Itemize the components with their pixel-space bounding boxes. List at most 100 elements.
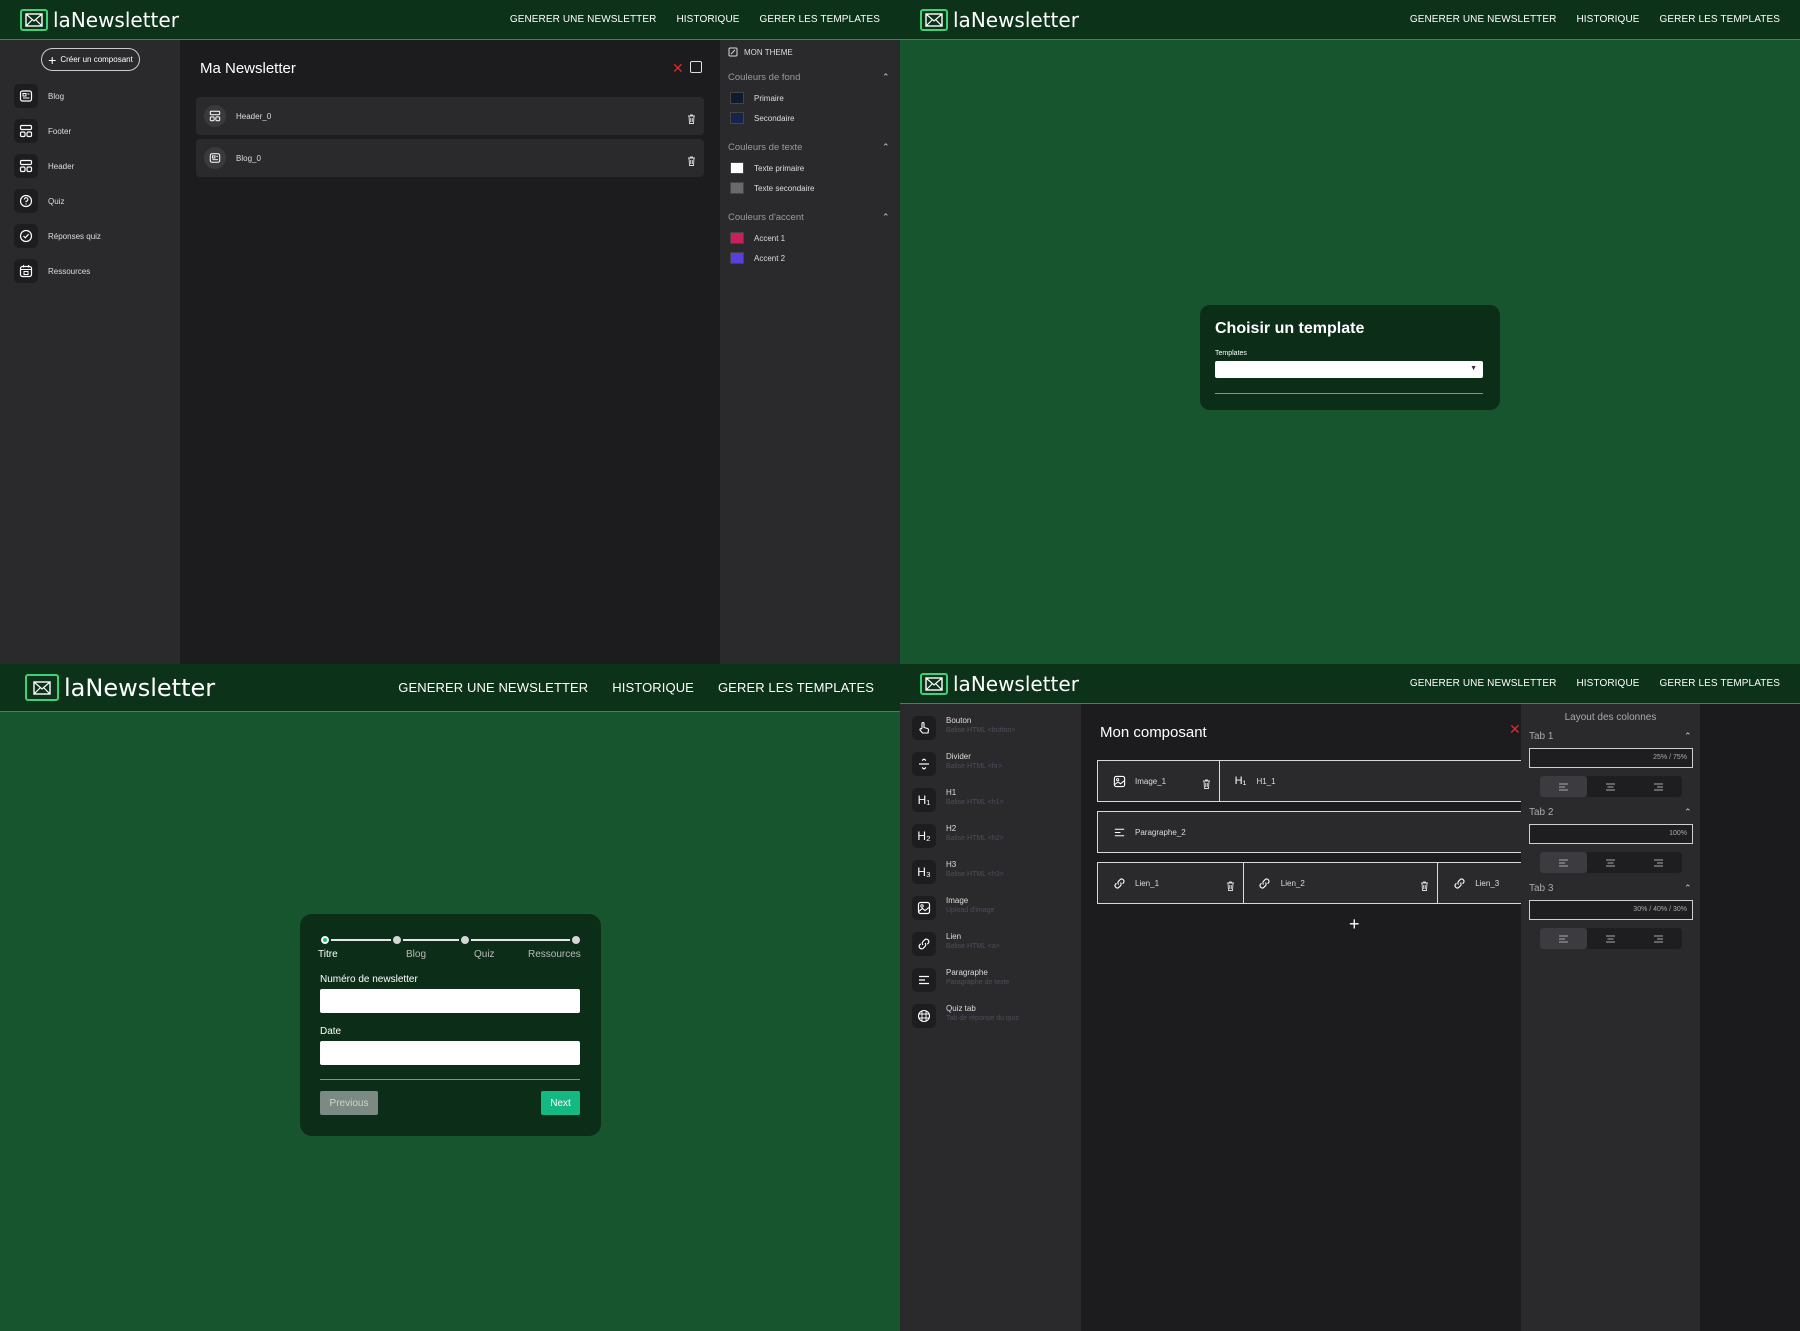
- newsletter-number-input[interactable]: [320, 989, 580, 1013]
- column-ratio-input[interactable]: 25% / 75%: [1529, 748, 1693, 768]
- step-dot[interactable]: [391, 934, 403, 946]
- chevron-up-icon[interactable]: ⌃: [882, 212, 890, 223]
- nav-generer[interactable]: GENERER UNE NEWSLETTER: [510, 14, 657, 25]
- layout-row[interactable]: Image_1 H₁ H1_1: [1097, 760, 1585, 802]
- element-quiz-tab[interactable]: Quiz tab Tab de réponse du quiz: [912, 1004, 1019, 1028]
- element-paragraphe[interactable]: Paragraphe Paragraphe de texte: [912, 968, 1009, 992]
- tab-label[interactable]: Tab 3: [1529, 883, 1553, 894]
- logo[interactable]: laNewsletter: [920, 8, 1079, 32]
- next-button[interactable]: Next: [541, 1091, 580, 1115]
- color-swatch[interactable]: [730, 162, 744, 174]
- nav-templates[interactable]: GERER LES TEMPLATES: [718, 680, 874, 695]
- create-component-button[interactable]: + Créer un composant: [41, 48, 140, 71]
- element-description: Balise HTML <a>: [946, 943, 1000, 950]
- trash-icon[interactable]: [1420, 878, 1429, 891]
- trash-icon[interactable]: [687, 153, 696, 166]
- align-left-icon[interactable]: [1540, 852, 1588, 873]
- column-ratio-input[interactable]: 100%: [1529, 824, 1693, 844]
- element-bouton[interactable]: Bouton Balise HTML <button>: [912, 716, 1015, 740]
- component-row[interactable]: Blog_0: [196, 139, 704, 177]
- theme-section-title[interactable]: Couleurs de fond: [728, 72, 800, 83]
- nav-templates[interactable]: GERER LES TEMPLATES: [1660, 14, 1780, 25]
- element-h2[interactable]: H₂ H2 Balise HTML <h2>: [912, 824, 1004, 848]
- color-option[interactable]: Secondaire: [730, 112, 794, 124]
- sidebar-item-blog[interactable]: Blog: [14, 84, 64, 108]
- trash-icon[interactable]: [1226, 878, 1235, 891]
- align-left-icon[interactable]: [1540, 928, 1588, 949]
- component-row[interactable]: Header_0: [196, 97, 704, 135]
- sidebar-item-ressources[interactable]: Ressources: [14, 259, 90, 283]
- layout-row[interactable]: Paragraphe_2: [1097, 811, 1585, 853]
- logo[interactable]: laNewsletter: [920, 672, 1079, 696]
- align-right-icon[interactable]: [1635, 776, 1682, 797]
- layout-cell[interactable]: Lien_2: [1243, 863, 1439, 903]
- color-swatch[interactable]: [730, 232, 744, 244]
- element-description: Tab de réponse du quiz: [946, 1015, 1019, 1022]
- element-h3[interactable]: H₃ H3 Balise HTML <h3>: [912, 860, 1004, 884]
- stepper-track: [325, 939, 576, 941]
- align-center-icon[interactable]: [1587, 852, 1634, 873]
- tab-label[interactable]: Tab 2: [1529, 807, 1553, 818]
- color-option[interactable]: Primaire: [730, 92, 784, 104]
- theme-section-title[interactable]: Couleurs d'accent: [728, 212, 804, 223]
- date-input[interactable]: [320, 1041, 580, 1065]
- color-swatch[interactable]: [730, 112, 744, 124]
- color-swatch[interactable]: [730, 92, 744, 104]
- nav-generer[interactable]: GENERER UNE NEWSLETTER: [398, 680, 588, 695]
- align-right-icon[interactable]: [1635, 928, 1682, 949]
- step-dot[interactable]: [570, 934, 582, 946]
- nav-historique[interactable]: HISTORIQUE: [612, 680, 694, 695]
- template-chooser-view: laNewsletter GENERER UNE NEWSLETTER HIST…: [900, 0, 1800, 664]
- logo[interactable]: laNewsletter: [25, 674, 215, 702]
- element-image[interactable]: Image Upload d'image: [912, 896, 994, 920]
- chevron-up-icon[interactable]: ⌃: [1684, 807, 1692, 818]
- layout-cell[interactable]: Lien_1: [1098, 863, 1244, 903]
- trash-icon[interactable]: [687, 111, 696, 124]
- sidebar-item-footer[interactable]: Footer: [14, 119, 71, 143]
- date-label: Date: [320, 1026, 342, 1037]
- step-dot[interactable]: [319, 934, 331, 946]
- align-right-icon[interactable]: [1635, 852, 1682, 873]
- align-center-icon[interactable]: [1587, 928, 1634, 949]
- nav-generer[interactable]: GENERER UNE NEWSLETTER: [1410, 678, 1557, 689]
- element-h1[interactable]: H₁ H1 Balise HTML <h1>: [912, 788, 1004, 812]
- chevron-up-icon[interactable]: ⌃: [1684, 883, 1692, 894]
- layout-cell[interactable]: Image_1: [1098, 761, 1220, 801]
- nav-templates[interactable]: GERER LES TEMPLATES: [1660, 678, 1780, 689]
- color-swatch[interactable]: [730, 252, 744, 264]
- chevron-up-icon[interactable]: ⌃: [1684, 731, 1692, 742]
- step-dot[interactable]: [459, 934, 471, 946]
- nav-historique[interactable]: HISTORIQUE: [676, 14, 739, 25]
- element-lien[interactable]: Lien Balise HTML <a>: [912, 932, 1000, 956]
- chevron-up-icon[interactable]: ⌃: [882, 142, 890, 153]
- trash-icon[interactable]: [1202, 776, 1211, 789]
- chevron-up-icon[interactable]: ⌃: [882, 72, 890, 83]
- nav-templates[interactable]: GERER LES TEMPLATES: [760, 14, 880, 25]
- align-left-icon[interactable]: [1540, 776, 1588, 797]
- sidebar-item-r-ponses-quiz[interactable]: Réponses quiz: [14, 224, 101, 248]
- logo[interactable]: laNewsletter: [20, 8, 179, 32]
- templates-select[interactable]: ▼: [1215, 361, 1483, 378]
- save-icon[interactable]: [690, 61, 702, 73]
- element-divider[interactable]: Divider Balise HTML <hr>: [912, 752, 1002, 776]
- layout-cell[interactable]: Paragraphe_2: [1098, 812, 1584, 852]
- add-row-button[interactable]: +: [1349, 914, 1360, 935]
- previous-button[interactable]: Previous: [320, 1091, 378, 1115]
- tab-label[interactable]: Tab 1: [1529, 731, 1553, 742]
- column-ratio-input[interactable]: 30% / 40% / 30%: [1529, 900, 1693, 920]
- color-option[interactable]: Accent 2: [730, 252, 785, 264]
- sidebar-item-header[interactable]: Header: [14, 154, 74, 178]
- close-icon[interactable]: ✕: [1509, 721, 1521, 738]
- theme-section-title[interactable]: Couleurs de texte: [728, 142, 802, 153]
- layout-row[interactable]: Lien_1 Lien_2 Lien_3: [1097, 862, 1585, 904]
- nav-historique[interactable]: HISTORIQUE: [1576, 678, 1639, 689]
- color-option[interactable]: Texte primaire: [730, 162, 804, 174]
- close-icon[interactable]: ✕: [672, 60, 684, 77]
- align-center-icon[interactable]: [1587, 776, 1634, 797]
- nav-generer[interactable]: GENERER UNE NEWSLETTER: [1410, 14, 1557, 25]
- color-option[interactable]: Accent 1: [730, 232, 785, 244]
- nav-historique[interactable]: HISTORIQUE: [1576, 14, 1639, 25]
- color-swatch[interactable]: [730, 182, 744, 194]
- color-option[interactable]: Texte secondaire: [730, 182, 814, 194]
- sidebar-item-quiz[interactable]: Quiz: [14, 189, 64, 213]
